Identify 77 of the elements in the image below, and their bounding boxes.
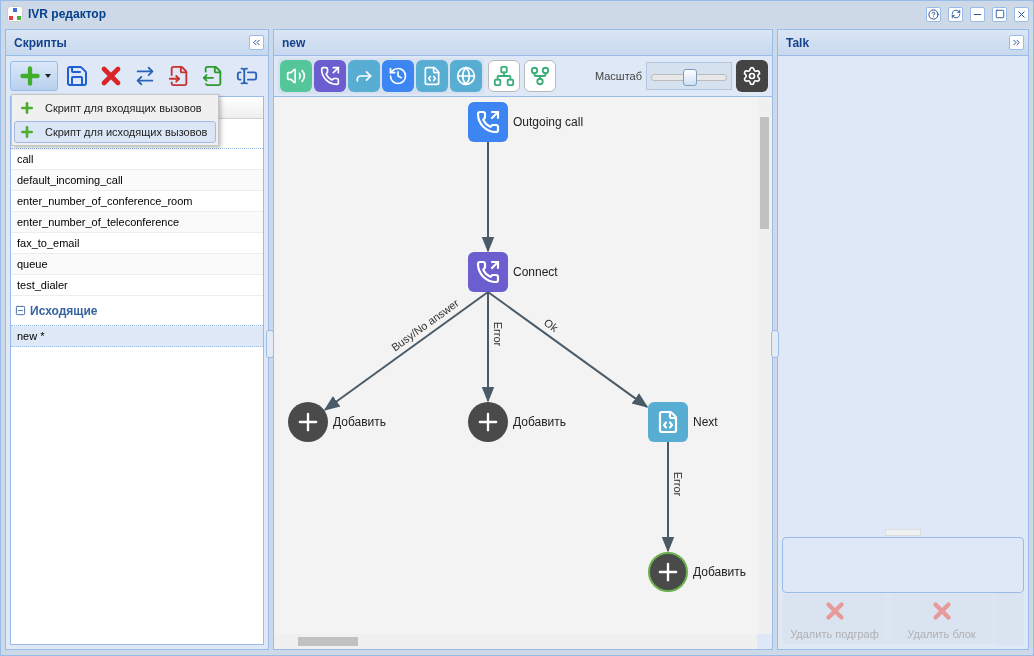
caret-icon <box>45 74 51 78</box>
list-row[interactable]: new * <box>11 326 263 347</box>
group-header: Исходящие <box>30 303 98 318</box>
settings-button[interactable] <box>736 60 768 92</box>
zoom-label: Масштаб <box>594 70 642 82</box>
web-request-button[interactable] <box>450 60 482 92</box>
panel-title: new <box>282 35 307 50</box>
globe-icon <box>456 66 476 86</box>
file-code-icon <box>422 66 442 86</box>
flow-block[interactable] <box>468 102 508 142</box>
add-split-button[interactable] <box>10 61 58 91</box>
close-icon <box>1016 8 1027 20</box>
minimize-button[interactable] <box>970 6 985 22</box>
fork-icon <box>529 65 551 87</box>
add-block-button[interactable] <box>468 402 508 442</box>
horizontal-scrollbar[interactable] <box>274 634 757 649</box>
expand-icon <box>1011 37 1022 48</box>
play-sound-button[interactable] <box>280 60 312 92</box>
add-block-button[interactable] <box>648 552 688 592</box>
settings-icon <box>742 66 762 86</box>
help-button[interactable] <box>926 6 941 22</box>
collapse-icon[interactable] <box>15 305 26 316</box>
history-icon <box>388 66 408 86</box>
phone-outgoing-icon <box>320 66 340 86</box>
splitter-handle[interactable] <box>885 529 921 536</box>
edge-label: Error <box>672 471 684 496</box>
maximize-icon <box>994 9 1005 19</box>
vertical-scrollbar[interactable] <box>757 97 772 634</box>
phone-outgoing-icon <box>476 260 500 284</box>
file-import-icon <box>168 65 190 87</box>
app-logo-icon <box>7 6 23 22</box>
refresh-button[interactable] <box>948 6 963 22</box>
block-label: Добавить <box>333 415 387 429</box>
schedule-button[interactable] <box>382 60 414 92</box>
block-label: Добавить <box>513 415 567 429</box>
speaker-icon <box>286 66 306 86</box>
plus-icon <box>19 100 35 116</box>
maximize-button[interactable] <box>992 6 1007 22</box>
refresh-icon <box>950 9 961 19</box>
close-button[interactable] <box>1014 6 1029 22</box>
list-row[interactable]: queue <box>11 254 263 275</box>
plus-icon <box>17 63 43 89</box>
swap-icon <box>134 65 156 87</box>
edge-label: Ok <box>542 316 561 335</box>
block-label: Outgoing call <box>513 115 584 129</box>
flow-block[interactable] <box>468 252 508 292</box>
list-row[interactable]: default_incoming_call <box>11 170 263 191</box>
file-code-icon <box>656 410 680 434</box>
slider-thumb[interactable] <box>683 69 697 86</box>
block-label: Connect <box>513 265 558 279</box>
panel-title: Talk <box>786 35 811 50</box>
phone-outgoing-icon <box>476 110 500 134</box>
zoom-slider[interactable] <box>646 62 732 90</box>
plus-icon <box>19 124 35 140</box>
move-graph-button[interactable] <box>524 60 556 92</box>
menu-item[interactable]: Скрипт для исходящих вызовов <box>14 121 216 143</box>
expand-button[interactable] <box>1009 35 1024 50</box>
block-label: Добавить <box>693 565 747 579</box>
flow-block[interactable] <box>648 402 688 442</box>
panel-title: Скрипты <box>14 35 68 50</box>
edge-label: Error <box>492 321 504 346</box>
add-block-button[interactable] <box>288 402 328 442</box>
connect-button[interactable] <box>314 60 346 92</box>
menu-item[interactable]: Скрипт для входящих вызовов <box>14 97 216 119</box>
forward-button[interactable] <box>348 60 380 92</box>
collapse-button[interactable] <box>249 35 264 50</box>
window-title: IVR редактор <box>28 7 108 21</box>
list-row[interactable]: enter_number_of_teleconference <box>11 212 263 233</box>
file-export-icon <box>202 65 224 87</box>
network-icon <box>493 65 515 87</box>
lock-graph-button[interactable] <box>488 60 520 92</box>
save-icon <box>65 64 89 88</box>
script-button[interactable] <box>416 60 448 92</box>
collapse-icon <box>251 37 262 48</box>
help-icon <box>928 8 939 20</box>
block-label: Next <box>693 415 718 429</box>
text-field-icon <box>236 65 258 87</box>
